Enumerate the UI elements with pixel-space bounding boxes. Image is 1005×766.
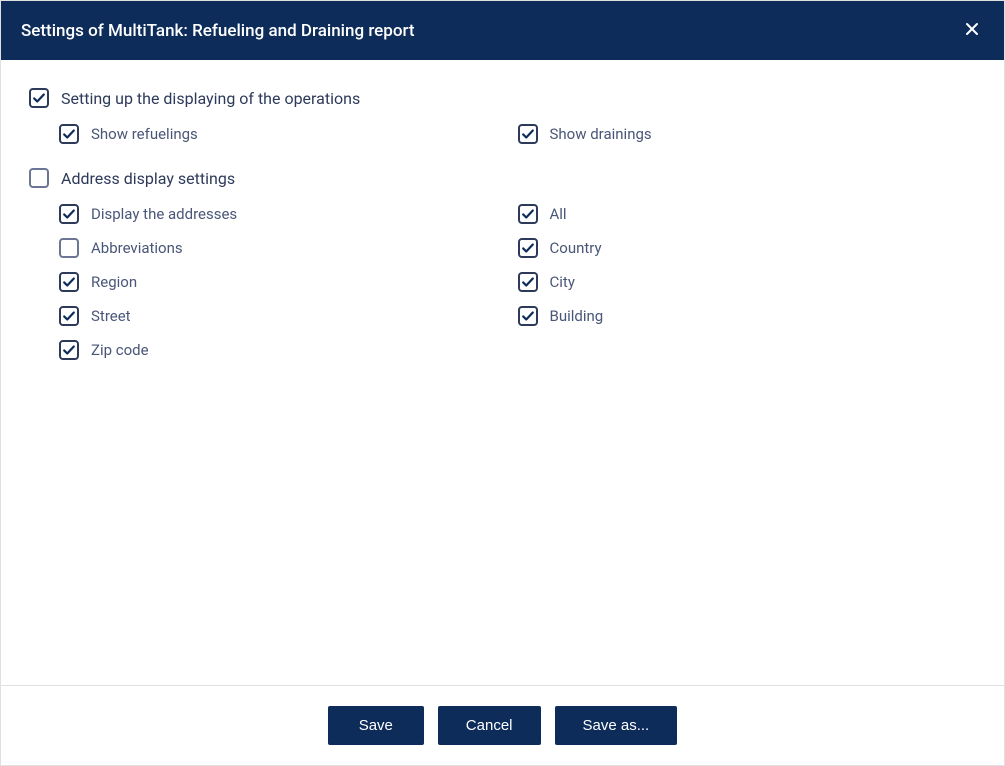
- option-city-row: City: [518, 272, 977, 292]
- checkbox-street[interactable]: [59, 306, 79, 326]
- checkbox-all[interactable]: [518, 204, 538, 224]
- option-display-addresses-row: Display the addresses: [59, 204, 518, 224]
- option-zip-code-row: Zip code: [59, 340, 518, 360]
- close-icon: [964, 21, 980, 40]
- label-building: Building: [550, 307, 604, 325]
- dialog-body: Setting up the displaying of the operati…: [1, 60, 1004, 685]
- option-abbreviations-row: Abbreviations: [59, 238, 518, 258]
- option-street-row: Street: [59, 306, 518, 326]
- checkbox-address[interactable]: [29, 168, 49, 188]
- operations-col-left: Show refuelings: [59, 124, 518, 144]
- dialog-title: Settings of MultiTank: Refueling and Dra…: [21, 21, 415, 41]
- option-show-drainings-row: Show drainings: [518, 124, 977, 144]
- section-address-header: Address display settings: [29, 168, 976, 188]
- cancel-button[interactable]: Cancel: [438, 706, 541, 745]
- checkbox-region[interactable]: [59, 272, 79, 292]
- option-region-row: Region: [59, 272, 518, 292]
- option-show-refuelings-row: Show refuelings: [59, 124, 518, 144]
- section-address-label: Address display settings: [61, 169, 235, 188]
- option-building-row: Building: [518, 306, 977, 326]
- section-operations-header: Setting up the displaying of the operati…: [29, 88, 976, 108]
- checkbox-operations[interactable]: [29, 88, 49, 108]
- section-address: Address display settings Display the add…: [29, 168, 976, 360]
- address-options: Display the addresses Abbreviations: [29, 204, 976, 360]
- dialog-header: Settings of MultiTank: Refueling and Dra…: [1, 1, 1004, 60]
- checkbox-show-refuelings[interactable]: [59, 124, 79, 144]
- checkbox-show-drainings[interactable]: [518, 124, 538, 144]
- checkbox-country[interactable]: [518, 238, 538, 258]
- operations-options: Show refuelings Show drainings: [29, 124, 976, 144]
- dialog-footer: Save Cancel Save as...: [1, 685, 1004, 765]
- save-as-button[interactable]: Save as...: [555, 706, 678, 745]
- section-operations-label: Setting up the displaying of the operati…: [61, 89, 360, 108]
- checkbox-building[interactable]: [518, 306, 538, 326]
- label-zip-code: Zip code: [91, 341, 149, 359]
- operations-col-right: Show drainings: [518, 124, 977, 144]
- label-show-drainings: Show drainings: [550, 125, 652, 143]
- label-display-addresses: Display the addresses: [91, 205, 237, 223]
- checkbox-zip-code[interactable]: [59, 340, 79, 360]
- section-operations: Setting up the displaying of the operati…: [29, 88, 976, 144]
- label-all: All: [550, 205, 567, 223]
- settings-dialog: Settings of MultiTank: Refueling and Dra…: [0, 0, 1005, 766]
- close-button[interactable]: [960, 17, 984, 44]
- address-col-right: All Country: [518, 204, 977, 360]
- label-region: Region: [91, 273, 137, 291]
- checkbox-display-addresses[interactable]: [59, 204, 79, 224]
- checkbox-abbreviations[interactable]: [59, 238, 79, 258]
- label-abbreviations: Abbreviations: [91, 239, 183, 257]
- save-button[interactable]: Save: [328, 706, 424, 745]
- checkbox-city[interactable]: [518, 272, 538, 292]
- label-street: Street: [91, 307, 131, 325]
- label-country: Country: [550, 239, 602, 257]
- label-show-refuelings: Show refuelings: [91, 125, 198, 143]
- label-city: City: [550, 273, 575, 291]
- option-all-row: All: [518, 204, 977, 224]
- option-country-row: Country: [518, 238, 977, 258]
- address-col-left: Display the addresses Abbreviations: [59, 204, 518, 360]
